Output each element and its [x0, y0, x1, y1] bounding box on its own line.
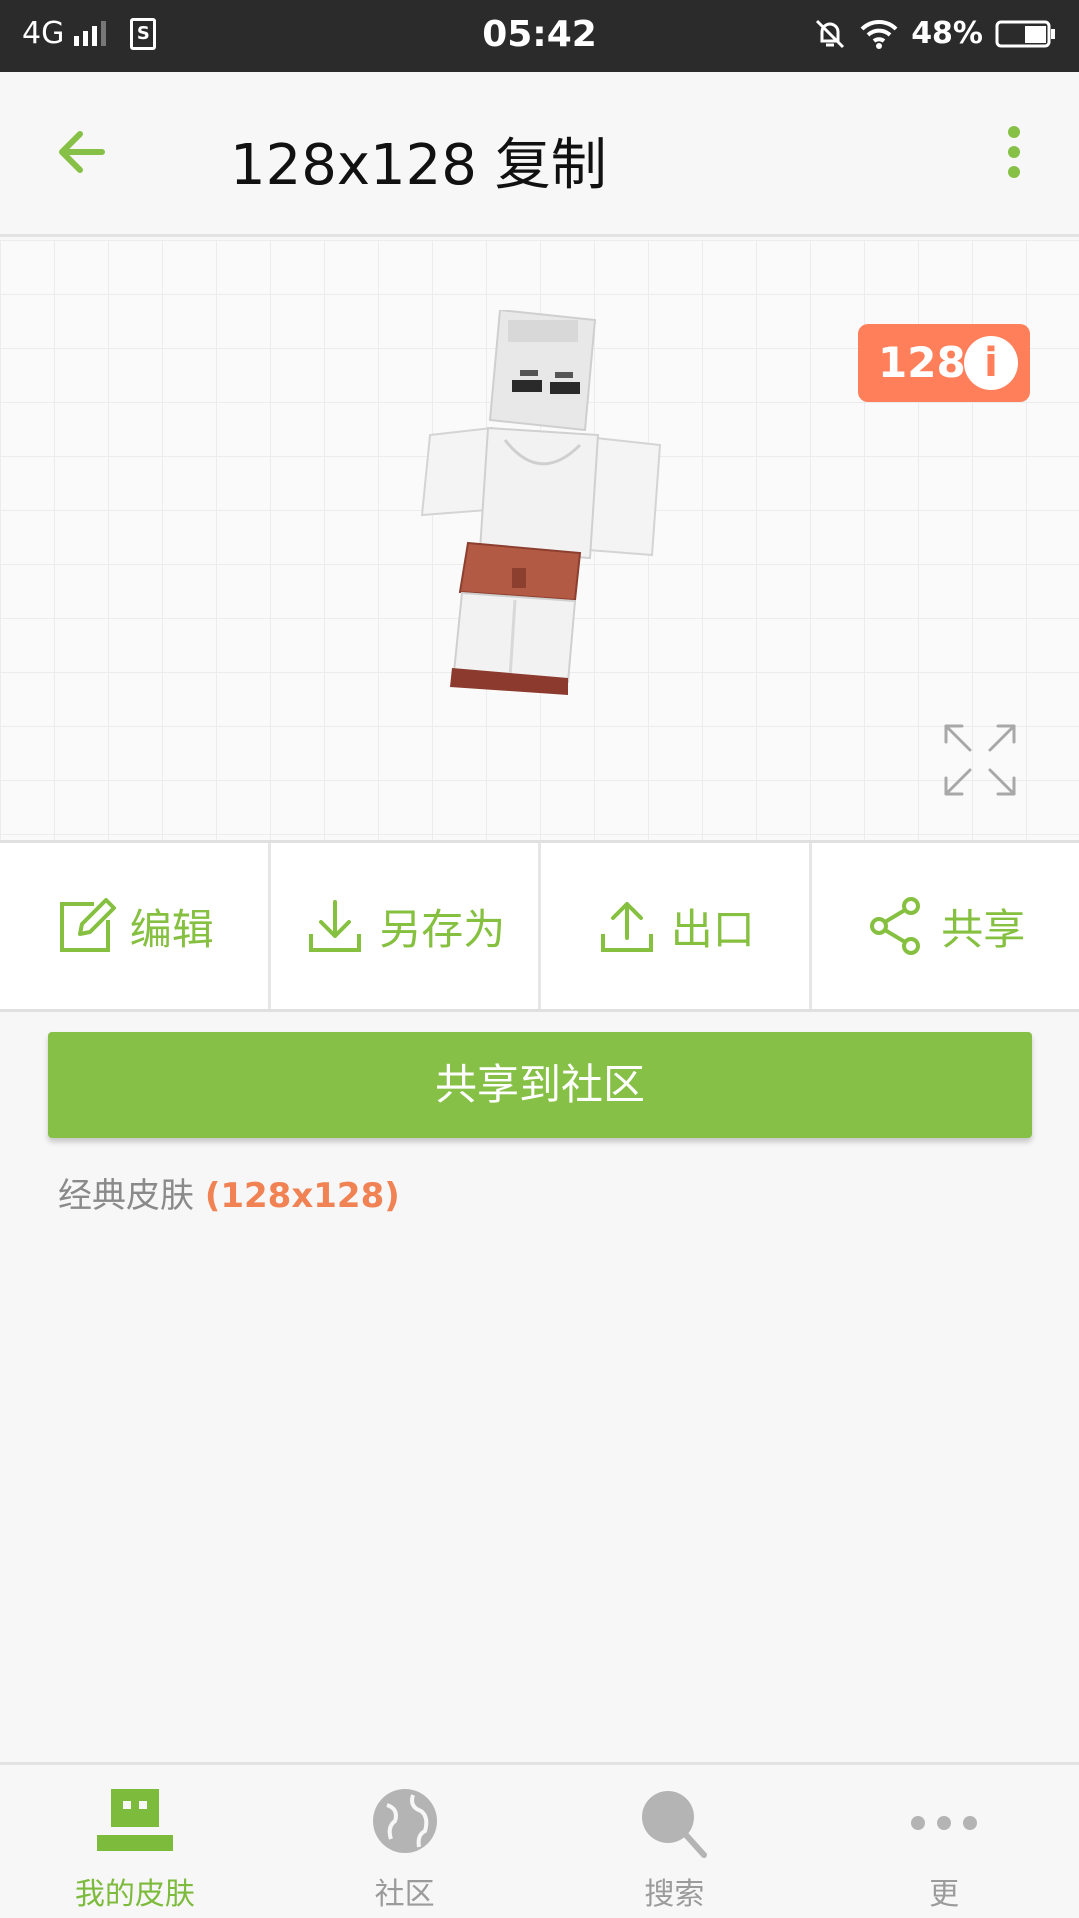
download-icon — [309, 900, 362, 952]
edit-icon — [59, 898, 116, 952]
nav-search-label: 搜索 — [644, 1877, 705, 1912]
skin-preview[interactable]: 128 i — [0, 240, 1079, 840]
edit-label: 编辑 — [129, 904, 214, 954]
more-vert-icon — [1008, 126, 1020, 178]
expand-icon — [944, 724, 1016, 796]
nav-more-label: 更 — [929, 1877, 960, 1912]
edit-button[interactable]: 编辑 — [0, 843, 271, 1009]
skin-type-label: 经典皮肤 — [58, 1176, 194, 1216]
save-as-label: 另存为 — [379, 904, 506, 954]
nav-my-skins-label: 我的皮肤 — [74, 1877, 195, 1912]
nav-search[interactable]: 搜索 — [540, 1765, 810, 1918]
search-icon — [642, 1791, 708, 1858]
fullscreen-button[interactable] — [940, 720, 1020, 800]
battery-icon — [995, 20, 1055, 47]
share-label: 共享 — [941, 904, 1026, 954]
skin-type-resolution: (128x128) — [204, 1176, 400, 1216]
page-title: 128x128 复制 — [230, 133, 607, 198]
bell-off-icon — [816, 19, 845, 48]
share-button[interactable]: 共享 — [812, 843, 1079, 1009]
nav-more[interactable]: 更 — [809, 1765, 1079, 1918]
share-icon — [870, 897, 921, 955]
info-icon: i — [964, 336, 1018, 390]
back-button[interactable] — [40, 112, 130, 192]
save-as-button[interactable]: 另存为 — [271, 843, 541, 1009]
wifi-icon — [860, 19, 898, 49]
nav-my-skins[interactable]: 我的皮肤 — [0, 1765, 270, 1918]
app-bar: 128x128 复制 — [0, 72, 1079, 237]
nav-community-label: 社区 — [374, 1877, 435, 1912]
globe-icon — [372, 1789, 437, 1853]
share-to-community-button[interactable]: 共享到社区 — [48, 1032, 1032, 1138]
more-options-button[interactable] — [989, 122, 1039, 182]
bottom-navigation: 我的皮肤 社区 搜索 更 — [0, 1762, 1079, 1918]
status-bar: 4G S 05:42 48% — [0, 0, 1079, 72]
resolution-value: 128 — [878, 338, 966, 387]
battery-percent: 48% — [911, 16, 983, 51]
resolution-badge[interactable]: 128 i — [858, 324, 1030, 402]
export-label: 出口 — [670, 904, 755, 954]
export-button[interactable]: 出口 — [541, 843, 812, 1009]
arrow-left-icon — [59, 131, 105, 173]
more-horiz-icon — [911, 1816, 978, 1830]
upload-icon — [600, 902, 653, 952]
skin-model-image[interactable] — [420, 310, 670, 710]
nav-community[interactable]: 社区 — [270, 1765, 540, 1918]
skin-type-text: 经典皮肤 (128x128) — [58, 1168, 400, 1217]
action-row: 编辑 另存为 出口 共享 — [0, 840, 1079, 1012]
my-skins-icon — [96, 1789, 173, 1851]
